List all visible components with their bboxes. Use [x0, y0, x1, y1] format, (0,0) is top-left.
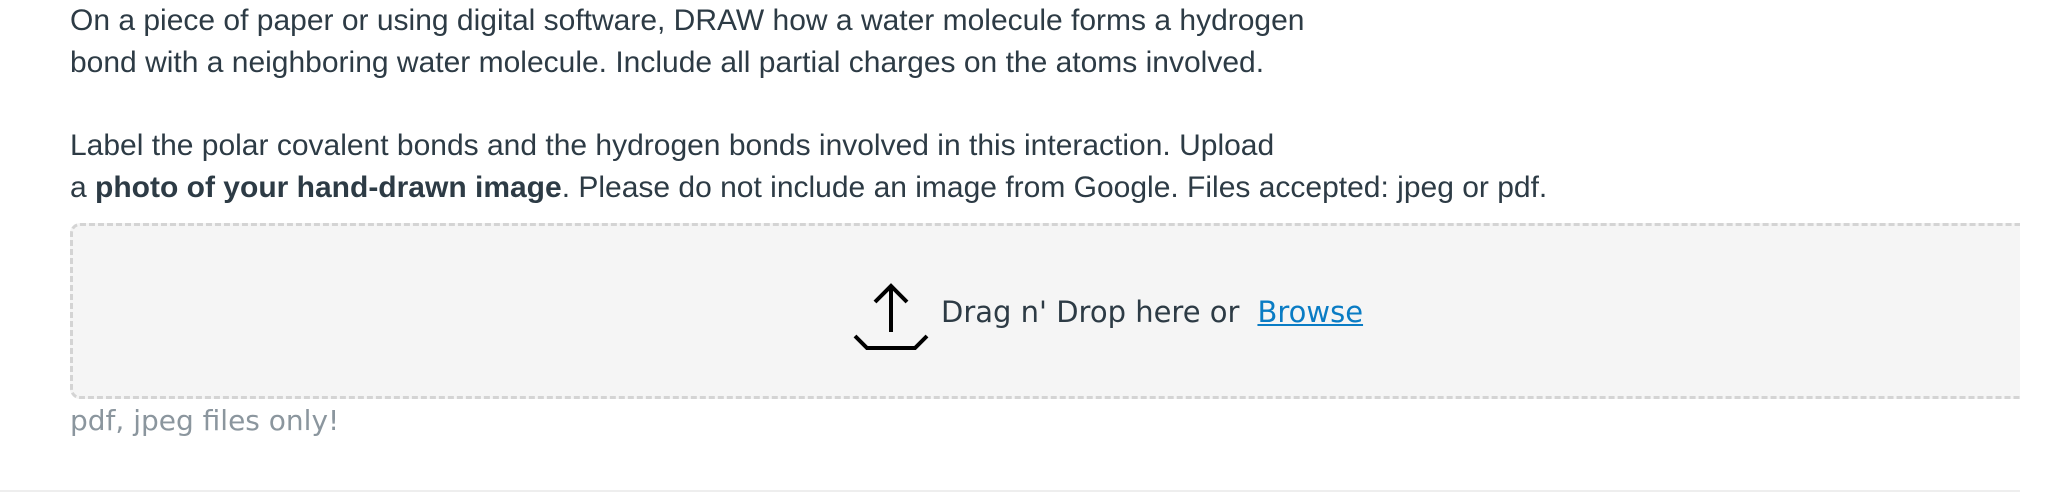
question-text: On a piece of paper or using digital sof…: [70, 0, 1770, 209]
dropzone-content: Drag n' Drop here or Browse: [851, 278, 1363, 358]
divider: [0, 490, 2020, 492]
question-paragraph-1-line-1: On a piece of paper or using digital sof…: [70, 4, 1305, 37]
question-paragraph-2-line-2: a photo of your hand-drawn image. Please…: [70, 167, 1770, 209]
question-paragraph-2: Label the polar covalent bonds and the h…: [70, 125, 1770, 209]
browse-link[interactable]: Browse: [1257, 295, 1363, 329]
line-2-suffix: . Please do not include an image from Go…: [561, 171, 1548, 204]
file-dropzone[interactable]: Drag n' Drop here or Browse: [70, 223, 2020, 399]
question-paragraph-2-line-1: Label the polar covalent bonds and the h…: [70, 129, 1275, 162]
bold-emphasis: photo of your hand-drawn image: [95, 171, 562, 204]
line-2-prefix: a: [70, 171, 96, 204]
file-type-hint: pdf, jpeg files only!: [70, 404, 340, 437]
question-paragraph-1-line-2: bond with a neighboring water molecule. …: [70, 46, 1265, 79]
upload-icon: [853, 283, 929, 350]
dropzone-prompt: Drag n' Drop here or: [941, 295, 1240, 329]
question-paragraph-1: On a piece of paper or using digital sof…: [70, 0, 1770, 84]
